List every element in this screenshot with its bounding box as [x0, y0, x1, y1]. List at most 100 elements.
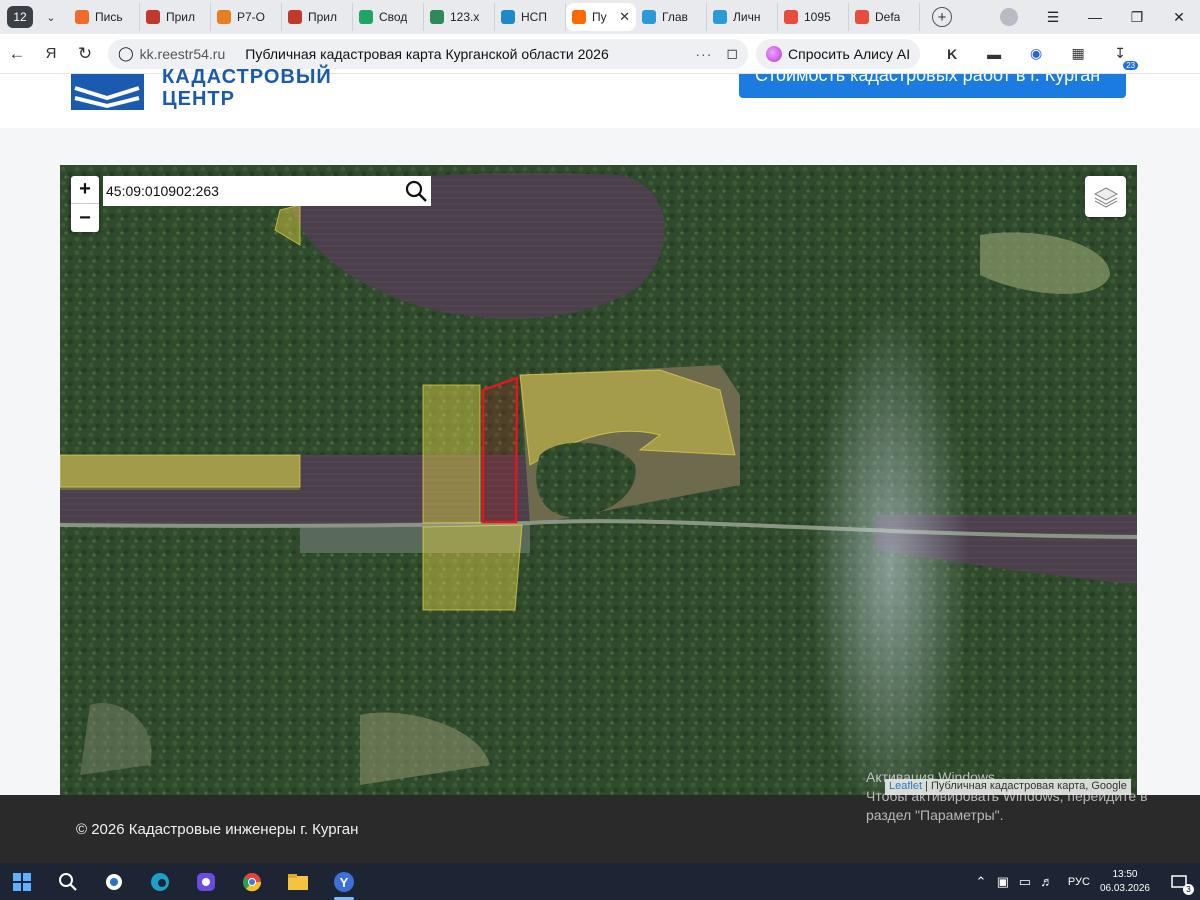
browser-tab[interactable]: Свод — [353, 3, 424, 31]
browser-tab[interactable]: Прил — [140, 3, 211, 31]
tab-label: Пись — [95, 10, 123, 24]
clock[interactable]: 13:50 06.03.2026 — [1100, 868, 1150, 896]
app-circle-icon[interactable] — [96, 866, 132, 898]
layers-icon[interactable] — [1085, 176, 1126, 217]
tab-favicon-icon — [572, 10, 586, 24]
browser-tab[interactable]: Р7-О — [211, 3, 282, 31]
close-window-button[interactable]: ✕ — [1158, 9, 1200, 26]
yandex-logo-icon[interactable]: Я — [34, 45, 68, 62]
chevron-up-icon[interactable]: ⌃ — [970, 874, 992, 890]
display-icon[interactable]: ▭ — [1014, 874, 1036, 890]
browser-tab[interactable]: Личн — [707, 3, 778, 31]
tab-favicon-icon — [642, 10, 656, 24]
browser-tab[interactable]: Defa — [849, 3, 920, 31]
downloads-icon[interactable]: ↧ 23 — [1110, 44, 1139, 70]
browser-tab[interactable]: 123.х — [424, 3, 495, 31]
tab-favicon-icon — [501, 10, 515, 24]
tab-favicon-icon — [713, 10, 727, 24]
activation-line-3: раздел "Параметры". — [866, 807, 1004, 823]
browser-tab[interactable]: Пись — [69, 3, 140, 31]
satellite-imagery[interactable] — [60, 165, 1137, 795]
pricing-cta-label: Стоимость кадастровых работ в г. Курган — [755, 74, 1101, 85]
profile-avatar[interactable] — [1000, 8, 1018, 26]
tab-label: 123.х — [450, 10, 480, 24]
footer-copyright: © 2026 Кадастровые инженеры г. Курган — [76, 821, 359, 838]
windows-activation-watermark: Активация Windows Чтобы активировать Win… — [866, 768, 1148, 825]
chevron-down-icon[interactable]: ⌄ — [39, 6, 63, 28]
tab-favicon-icon — [784, 10, 798, 24]
zoom-out-button[interactable]: − — [71, 204, 99, 232]
cadastral-map[interactable]: + − 45:09:010902:263 Leaflet | Публичная… — [60, 165, 1137, 795]
tab-label: Прил — [166, 10, 196, 24]
extension-k-icon[interactable]: K — [942, 44, 962, 64]
browser-tab[interactable]: Прил — [282, 3, 353, 31]
bookmark-icon[interactable]: ◻ — [726, 45, 738, 62]
zoom-in-button[interactable]: + — [71, 176, 99, 204]
page-background — [0, 128, 1200, 165]
tab-label: Пу — [592, 10, 607, 24]
logo-icon[interactable] — [71, 74, 144, 110]
back-button[interactable]: ← — [0, 44, 34, 64]
url-domain: kk.reestr54.ru — [139, 45, 226, 62]
file-explorer-icon[interactable] — [280, 866, 316, 898]
search-taskbar-icon[interactable] — [50, 866, 86, 898]
ask-alice-button[interactable]: Спросить Алису AI — [756, 38, 921, 69]
extension-hat-icon[interactable]: ▬ — [984, 44, 1004, 64]
tab-favicon-icon — [75, 10, 89, 24]
start-icon[interactable] — [4, 866, 40, 898]
more-icon[interactable]: ··· — [695, 46, 712, 62]
new-tab-button[interactable]: + — [932, 7, 952, 27]
reload-button[interactable]: ↻ — [68, 44, 102, 64]
ask-alice-label: Спросить Алису AI — [788, 45, 911, 62]
activation-line-1: Активация Windows — [866, 769, 996, 785]
close-tab-icon[interactable]: ✕ — [619, 9, 630, 25]
page-margin-left — [0, 165, 60, 795]
yandex-browser-icon[interactable]: Y — [326, 866, 362, 900]
tab-favicon-icon — [359, 10, 373, 24]
browser-tab[interactable]: 1095 — [778, 3, 849, 31]
logo-text-line1: КАДАСТРОВЫЙ — [162, 66, 332, 88]
url-field[interactable]: ◯ kk.reestr54.ru Публичная кадастровая к… — [108, 38, 748, 69]
tab-favicon-icon — [288, 10, 302, 24]
tab-label: 1095 — [804, 10, 831, 24]
browser-tab[interactable]: Глав — [636, 3, 707, 31]
chrome-icon[interactable] — [234, 866, 270, 898]
camera-icon[interactable]: ▣ — [992, 874, 1014, 890]
restore-button[interactable]: ❐ — [1116, 9, 1158, 26]
downloads-badge: 23 — [1123, 60, 1139, 70]
browser-tab[interactable]: НСП — [495, 3, 566, 31]
activation-line-2: Чтобы активировать Windows, перейдите в — [866, 788, 1148, 804]
clock-date: 06.03.2026 — [1099, 882, 1150, 894]
menu-icon[interactable]: ☰ — [1032, 9, 1074, 26]
cadastral-search-bar: 45:09:010902:263 — [103, 176, 431, 206]
zoom-control: + − — [71, 176, 99, 232]
tab-favicon-icon — [146, 10, 160, 24]
tab-strip: Пись Прил Р7-О Прил Свод 123.х НСП Пу ✕ Глав Личн 1… — [69, 0, 920, 34]
window-controls: ☰ — ❐ ✕ — [1000, 0, 1200, 34]
tab-count-button[interactable]: 12 — [7, 6, 33, 28]
volume-icon[interactable]: ♬ — [1036, 874, 1058, 889]
tab-favicon-icon — [855, 10, 869, 24]
minimize-button[interactable]: — — [1074, 9, 1116, 25]
tab-label: Р7-О — [237, 10, 266, 24]
pricing-cta-button[interactable]: Стоимость кадастровых работ в г. Курган — [739, 74, 1126, 98]
search-icon[interactable] — [401, 176, 431, 206]
messenger-icon[interactable] — [188, 866, 224, 898]
extension-target-icon[interactable]: ◉ — [1026, 44, 1046, 64]
browser-tab[interactable]: Пу ✕ — [566, 3, 636, 31]
clock-time: 13:50 — [1112, 868, 1138, 880]
extension-puzzle-icon[interactable]: ▦ — [1068, 44, 1088, 64]
svg-text:Y: Y — [340, 875, 349, 890]
selected-parcel[interactable] — [481, 376, 519, 524]
page-margin-right — [1137, 165, 1200, 795]
notifications-icon[interactable]: 3 — [1164, 867, 1194, 897]
shield-icon: ◯ — [118, 45, 134, 61]
cadastral-search-input[interactable]: 45:09:010902:263 — [106, 183, 401, 199]
tab-favicon-icon — [430, 10, 444, 24]
tab-label: Личн — [733, 10, 761, 24]
tab-favicon-icon — [217, 10, 231, 24]
language-indicator[interactable]: РУС — [1068, 876, 1090, 888]
edge-icon[interactable] — [142, 866, 178, 898]
tab-label: Прил — [308, 10, 338, 24]
tab-label: НСП — [521, 10, 547, 24]
